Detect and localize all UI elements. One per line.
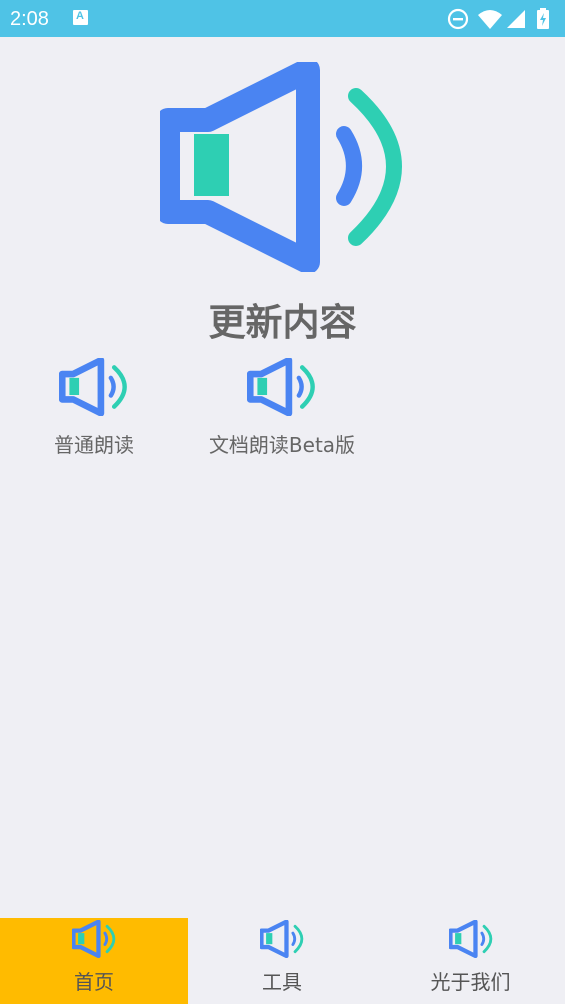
feature-document-read[interactable]: 文档朗读Beta版 (197, 355, 367, 465)
feature-normal-read[interactable]: 普通朗读 (9, 355, 179, 465)
status-time: 2:08 (10, 8, 49, 30)
battery-icon (537, 8, 549, 29)
tab-tools[interactable]: 工具 (188, 918, 376, 1004)
notification-letter: A (76, 10, 84, 22)
feature-label: 文档朗读Beta版 (208, 433, 356, 457)
status-bar: 2:08 A (0, 0, 565, 37)
speaker-icon (449, 920, 493, 958)
speaker-icon (59, 358, 129, 416)
tab-label: 工具 (262, 970, 302, 994)
tab-home[interactable]: 首页 (0, 918, 188, 1004)
feature-label: 普通朗读 (54, 433, 134, 457)
signal-icon (507, 10, 525, 28)
bottom-tab-bar: 首页 工具 光于我们 (0, 918, 565, 1004)
speaker-icon (260, 920, 304, 958)
wifi-icon (478, 10, 502, 29)
tab-label: 光于我们 (430, 970, 511, 994)
speaker-icon (72, 920, 116, 958)
do-not-disturb-icon (447, 8, 469, 30)
tab-about[interactable]: 光于我们 (376, 918, 565, 1004)
notification-icon: A (73, 10, 88, 25)
page-title: 更新内容 (208, 301, 357, 344)
speaker-icon (247, 358, 317, 416)
tab-label: 首页 (74, 970, 114, 994)
speaker-icon (160, 62, 406, 272)
